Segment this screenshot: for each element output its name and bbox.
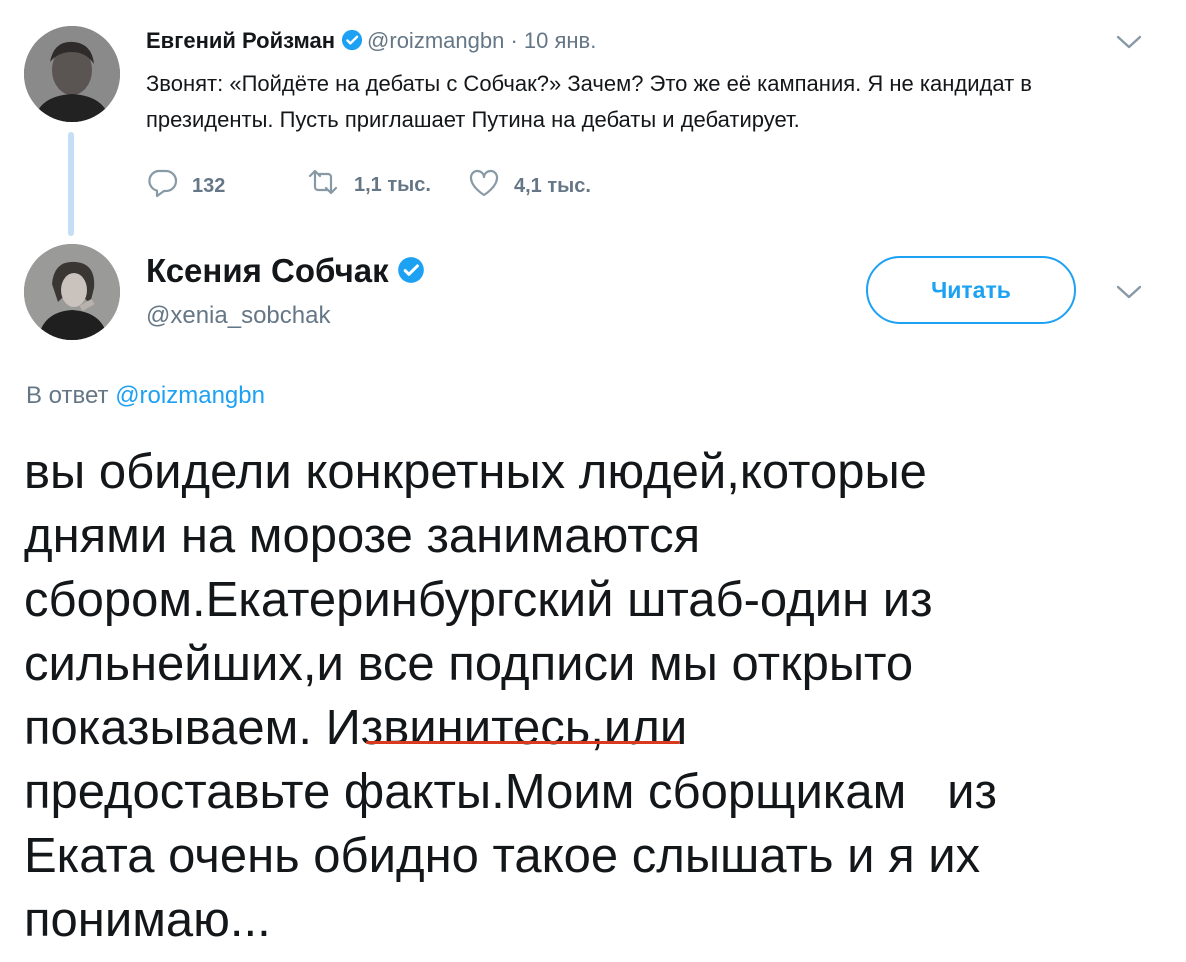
retweet-count: 1,1 тыс.	[354, 173, 431, 196]
reply-mention-link[interactable]: @roizmangbn	[115, 382, 265, 409]
retweet-button[interactable]: 1,1 тыс.	[306, 168, 431, 202]
follow-button[interactable]: Читать	[866, 256, 1076, 324]
avatar-roizman[interactable]	[24, 26, 120, 122]
like-icon	[468, 168, 514, 204]
chevron-down-icon[interactable]	[1116, 34, 1142, 55]
verified-badge-icon	[397, 254, 425, 283]
reply-button[interactable]: 132	[146, 168, 225, 204]
thread-connector-line	[68, 132, 74, 236]
reply-icon	[146, 168, 192, 204]
tweet1-author-name[interactable]: Евгений Ройзман	[146, 28, 335, 53]
verified-badge-icon	[341, 29, 363, 51]
tweet1-header: Евгений Ройзман @roizmangbn · 10 янв.	[146, 28, 596, 54]
reply-prefix: В ответ	[26, 382, 109, 409]
retweet-icon	[306, 168, 354, 202]
avatar-sobchak[interactable]	[24, 244, 120, 340]
tweet1-actions: 132 1,1 тыс. 4,1 тыс.	[146, 168, 746, 208]
tweet1-date[interactable]: 10 янв.	[524, 28, 596, 53]
chevron-down-icon[interactable]	[1116, 284, 1142, 305]
tweet2-text: вы обидели конкретных людей,которые дням…	[24, 445, 997, 947]
tweet1-handle[interactable]: @roizmangbn	[367, 28, 504, 53]
tweet2-author-name[interactable]: Ксения Собчак	[146, 252, 389, 289]
red-underline-mark	[366, 741, 680, 744]
like-count: 4,1 тыс.	[514, 174, 591, 197]
tweet1-separator: ·	[510, 28, 518, 53]
tweet2-handle[interactable]: @xenia_sobchak	[146, 302, 330, 330]
tweet2-author-name-row: Ксения Собчак	[146, 252, 429, 290]
like-button[interactable]: 4,1 тыс.	[468, 168, 591, 204]
reply-context: В ответ @roizmangbn	[26, 382, 265, 410]
tweet1-text: Звонят: «Пойдёте на дебаты с Собчак?» За…	[146, 71, 1032, 132]
reply-count: 132	[192, 174, 226, 197]
